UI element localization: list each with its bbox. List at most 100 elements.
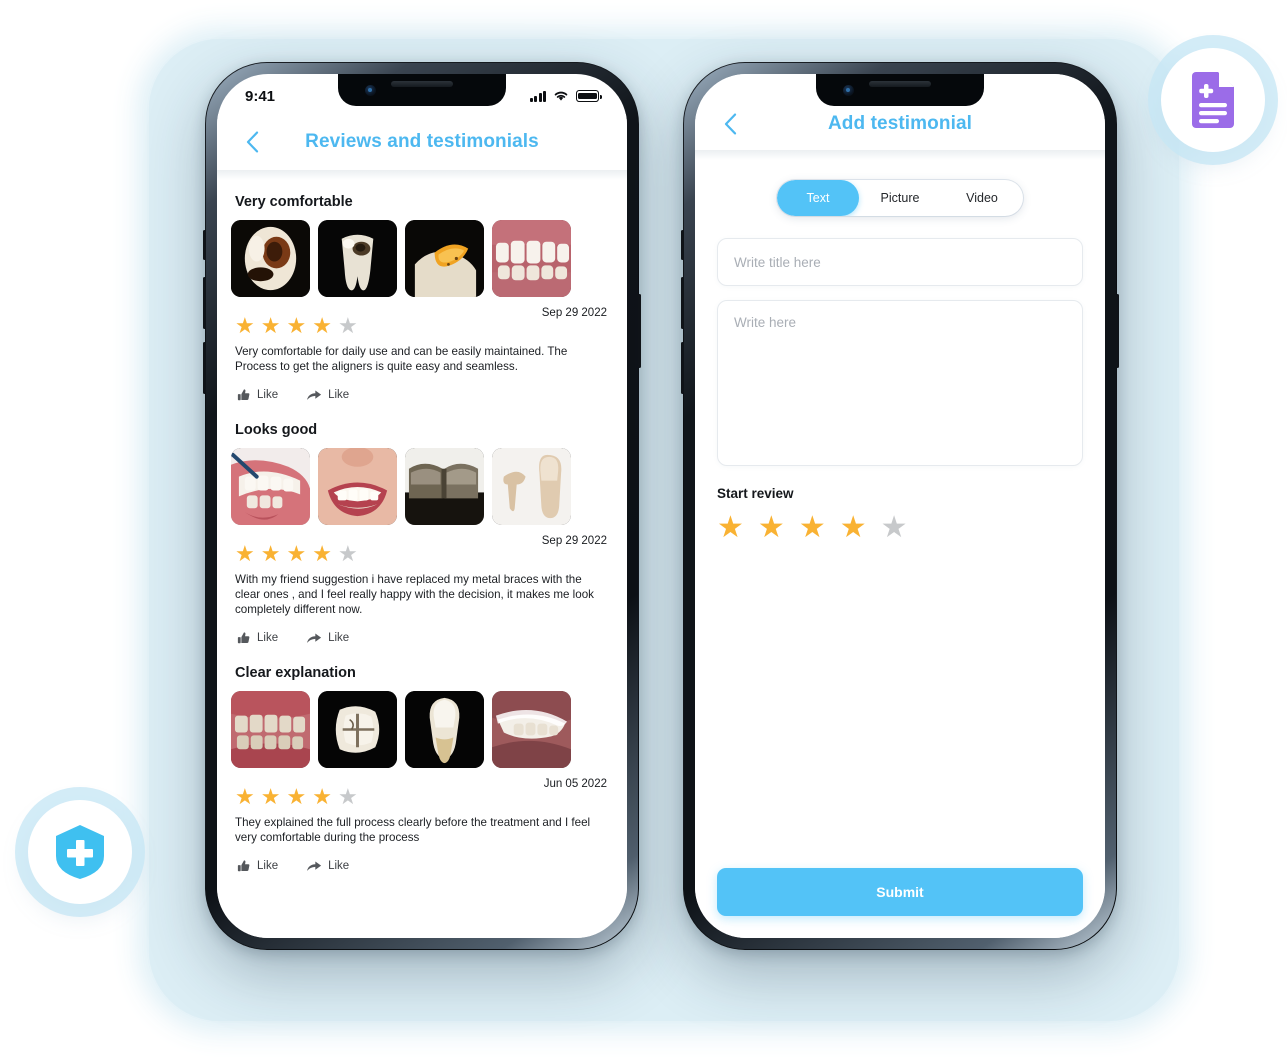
like-label: Like — [257, 860, 279, 872]
star-icon: ★ — [235, 541, 255, 566]
star-icon: ★ — [235, 313, 255, 338]
submit-button[interactable]: Submit — [717, 868, 1083, 916]
phone-add-testimonial: Add testimonial Text Picture Video Start… — [681, 62, 1119, 950]
add-testimonial-form: Text Picture Video Start review ★ ★ ★ ★ … — [695, 160, 1105, 938]
star-icon: ★ — [337, 313, 358, 338]
screenshot-stage: 9:41 Reviews and testimonials Very comfo… — [0, 0, 1287, 1061]
rating-label: Start review — [717, 486, 794, 501]
phone-right-screen: Add testimonial Text Picture Video Start… — [695, 74, 1105, 938]
thumbs-up-icon — [237, 860, 250, 872]
medical-document-icon — [1192, 72, 1234, 128]
phone-left-screen: 9:41 Reviews and testimonials Very comfo… — [217, 74, 627, 938]
star-icon: ★ — [286, 313, 307, 338]
share-arrow-icon — [307, 861, 322, 871]
star-icon[interactable]: ★ — [717, 513, 744, 543]
title-input[interactable] — [717, 238, 1083, 286]
review-thumbnail[interactable] — [405, 691, 484, 768]
power-button[interactable] — [638, 294, 641, 368]
front-camera-icon — [365, 85, 376, 96]
review-thumbnail[interactable] — [318, 448, 397, 525]
star-icon: ★ — [260, 784, 281, 809]
star-icon: ★ — [235, 784, 255, 809]
share-button[interactable]: Like — [306, 388, 349, 402]
header-divider — [217, 170, 627, 180]
share-label: Like — [328, 389, 350, 401]
signal-bars-icon — [529, 90, 546, 102]
volume-up-button[interactable] — [203, 277, 206, 329]
tab-picture[interactable]: Picture — [859, 180, 941, 216]
star-icon: ★ — [312, 541, 332, 566]
tab-text[interactable]: Text — [777, 180, 859, 216]
review-title: Looks good — [235, 422, 318, 438]
review-actions: Like Like — [231, 631, 613, 645]
body-input[interactable] — [717, 300, 1083, 466]
header-divider — [695, 150, 1105, 160]
review-thumbnail-strip — [231, 691, 613, 768]
star-icon[interactable]: ★ — [840, 513, 867, 543]
review-title: Very comfortable — [235, 194, 353, 210]
notch — [816, 74, 984, 106]
volume-down-button[interactable] — [681, 342, 684, 394]
page-title: Add testimonial — [827, 113, 972, 134]
like-button[interactable]: Like — [237, 631, 278, 645]
review-thumbnail[interactable] — [492, 220, 571, 297]
tab-video[interactable]: Video — [941, 180, 1023, 216]
review-thumbnail[interactable] — [405, 448, 484, 525]
power-button[interactable] — [1116, 294, 1119, 368]
star-icon[interactable]: ★ — [799, 513, 826, 543]
star-icon[interactable]: ★ — [758, 513, 785, 543]
review-actions: Like Like — [231, 388, 613, 402]
phone-reviews: 9:41 Reviews and testimonials Very comfo… — [203, 62, 641, 950]
volume-down-button[interactable] — [203, 342, 206, 394]
reviews-list[interactable]: Very comfortable Sep 29 2022 ★ ★ ★ ★ ★ V… — [217, 180, 627, 938]
star-icon: ★ — [286, 541, 307, 566]
notch — [338, 74, 506, 106]
review-body: With my friend suggestion i have replace… — [235, 573, 594, 616]
like-button[interactable]: Like — [237, 859, 278, 873]
share-button[interactable]: Like — [306, 859, 349, 873]
like-label: Like — [257, 389, 279, 401]
review-body: Very comfortable for daily use and can b… — [235, 345, 568, 373]
page-title: Reviews and testimonials — [305, 131, 539, 152]
star-icon[interactable]: ★ — [881, 513, 908, 543]
review-thumbnail[interactable] — [492, 691, 571, 768]
review-body: They explained the full process clearly … — [235, 816, 591, 844]
review-card: Clear explanation Jun 05 2022 ★ ★ ★ ★ ★ … — [217, 651, 627, 879]
share-label: Like — [328, 860, 350, 872]
thumbs-up-icon — [237, 632, 250, 644]
review-card: Looks good Sep 29 2022 ★ ★ ★ ★ ★ With my… — [217, 408, 627, 651]
like-button[interactable]: Like — [237, 388, 278, 402]
review-thumbnail[interactable] — [231, 691, 310, 768]
star-icon: ★ — [286, 784, 307, 809]
review-thumbnail-strip — [231, 448, 613, 525]
review-thumbnail[interactable] — [231, 448, 310, 525]
medical-shield-badge — [28, 800, 132, 904]
review-thumbnail[interactable] — [405, 220, 484, 297]
star-icon: ★ — [312, 313, 332, 338]
review-thumbnail[interactable] — [231, 220, 310, 297]
wifi-icon — [554, 91, 568, 101]
rating-selector[interactable]: ★ ★ ★ ★ ★ — [717, 513, 1083, 543]
review-thumbnail[interactable] — [318, 220, 397, 297]
medical-shield-icon — [56, 825, 104, 879]
share-button[interactable]: Like — [306, 631, 349, 645]
mute-switch[interactable] — [681, 230, 684, 260]
submit-area: Submit — [717, 868, 1083, 938]
star-icon: ★ — [337, 784, 358, 809]
review-thumbnail[interactable] — [492, 448, 571, 525]
medical-document-badge — [1161, 48, 1265, 152]
review-thumbnail-strip — [231, 220, 613, 297]
app-header-reviews: Reviews and testimonials — [217, 114, 627, 170]
speaker-grille — [869, 81, 931, 87]
volume-up-button[interactable] — [681, 277, 684, 329]
review-thumbnail[interactable] — [318, 691, 397, 768]
share-arrow-icon — [307, 633, 322, 643]
share-arrow-icon — [307, 390, 322, 400]
star-icon: ★ — [260, 541, 281, 566]
share-label: Like — [328, 632, 350, 644]
star-icon: ★ — [260, 313, 281, 338]
star-icon: ★ — [312, 784, 332, 809]
review-card: Very comfortable Sep 29 2022 ★ ★ ★ ★ ★ V… — [217, 194, 627, 408]
mute-switch[interactable] — [203, 230, 206, 260]
front-camera-icon — [843, 85, 854, 96]
